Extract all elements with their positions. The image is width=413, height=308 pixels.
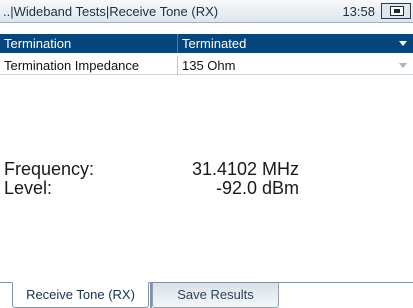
termination-select[interactable]: Terminated — [182, 36, 246, 51]
clock: 13:58 — [342, 4, 375, 19]
setting-row-termination-impedance[interactable]: Termination Impedance 135 Ohm — [0, 56, 413, 75]
level-value: -92.0 dBm — [215, 178, 299, 198]
breadcrumb[interactable]: ..|Wideband Tests|Receive Tone (RX) — [3, 4, 218, 19]
frequency-value: 31.4102 MHz — [191, 159, 299, 179]
setting-label: Termination — [4, 36, 72, 51]
tab-bar: Receive Tone (RX) Save Results — [0, 282, 413, 308]
level-label: Level: — [4, 178, 53, 198]
setting-label: Termination Impedance — [4, 58, 140, 73]
screen-capture-icon[interactable] — [381, 3, 411, 19]
tab-receive-tone[interactable]: Receive Tone (RX) — [12, 282, 149, 308]
dropdown-arrow-icon[interactable] — [399, 63, 407, 68]
frequency-label: Frequency: — [4, 159, 95, 179]
setting-row-termination[interactable]: Termination Terminated — [0, 34, 413, 53]
tab-save-results[interactable]: Save Results — [152, 283, 279, 308]
title-bar: ..|Wideband Tests|Receive Tone (RX) 13:5… — [0, 0, 413, 23]
termination-impedance-select[interactable]: 135 Ohm — [182, 58, 235, 73]
dropdown-arrow-icon[interactable] — [399, 41, 407, 46]
